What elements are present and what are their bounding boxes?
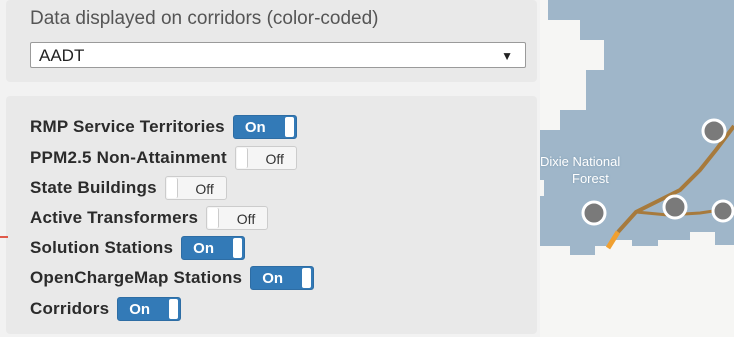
corridor-data-selected-value: AADT <box>39 46 85 65</box>
layer-row-rmp-service-territories: RMP Service Territories On <box>30 114 297 140</box>
layer-row-active-transformers: Active Transformers Off <box>30 205 269 231</box>
layer-label: Corridors <box>30 299 110 318</box>
station-marker[interactable] <box>662 194 688 220</box>
layer-label: OpenChargeMap Stations <box>30 268 243 287</box>
layer-row-openchargemap-stations: OpenChargeMap Stations On <box>30 265 315 291</box>
ppm25-non-attainment-toggle[interactable]: Off <box>234 146 297 170</box>
station-marker[interactable] <box>711 199 734 223</box>
map-view[interactable]: Dixie National Forest <box>540 0 734 337</box>
corridor-data-select[interactable]: AADT ▼ <box>30 42 526 68</box>
chevron-down-icon: ▼ <box>501 49 513 63</box>
layer-control-panel: Data displayed on corridors (color-coded… <box>0 0 540 337</box>
layer-toggles-section: RMP Service Territories On PPM2.5 Non-At… <box>6 96 537 334</box>
state-buildings-toggle[interactable]: Off <box>164 176 227 200</box>
rmp-service-territories-toggle[interactable]: On <box>232 115 297 139</box>
map-label-forest-line1: Dixie National <box>540 154 621 169</box>
corridors-toggle[interactable]: On <box>117 297 182 321</box>
layer-row-ppm25-non-attainment: PPM2.5 Non-Attainment Off <box>30 145 297 171</box>
corridor-data-label: Data displayed on corridors (color-coded… <box>30 8 379 29</box>
layer-label: Active Transformers <box>30 208 199 227</box>
layer-label: RMP Service Territories <box>30 117 225 136</box>
layer-label: PPM2.5 Non-Attainment <box>30 148 227 167</box>
map-edge-line <box>0 236 8 238</box>
layer-row-solution-stations: Solution Stations On <box>30 235 246 261</box>
station-marker[interactable] <box>701 118 727 144</box>
map-label-forest-line2: Forest <box>572 171 609 186</box>
station-marker[interactable] <box>581 200 607 226</box>
layer-label: Solution Stations <box>30 238 174 257</box>
active-transformers-toggle[interactable]: Off <box>206 206 269 230</box>
corridor-data-section: Data displayed on corridors (color-coded… <box>6 0 537 82</box>
layer-label: State Buildings <box>30 178 157 197</box>
layer-row-state-buildings: State Buildings Off <box>30 175 227 201</box>
layer-row-corridors: Corridors On <box>30 296 182 322</box>
solution-stations-toggle[interactable]: On <box>181 236 246 260</box>
openchargemap-stations-toggle[interactable]: On <box>250 266 315 290</box>
